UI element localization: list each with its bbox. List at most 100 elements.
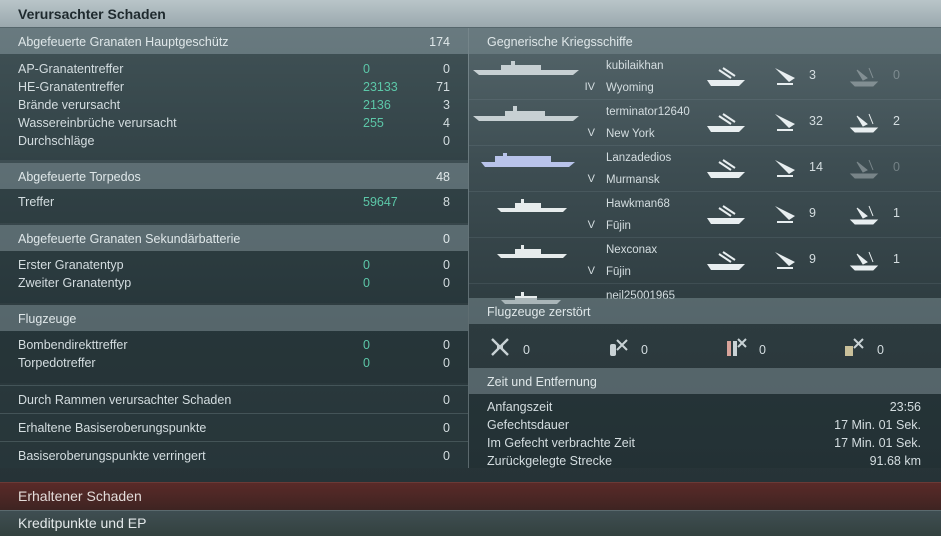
ship-name: Fūjin (606, 266, 631, 278)
table-row: Anfangszeit 23:56 (487, 400, 921, 418)
row-label: Erster Granatentyp (18, 258, 124, 272)
torpedo-bomber-kills-count: 0 (759, 343, 766, 357)
kills-count: 0 (893, 68, 900, 82)
destroyed-ship-icon (849, 159, 879, 179)
secondary-header-value: 0 (443, 232, 450, 246)
ship-tier: V (587, 173, 595, 185)
torpedo-bomber-icon (727, 338, 747, 356)
secondary-block: Erster Granatentyp 0 0 Zweiter Granatent… (0, 251, 468, 303)
time-distance-header: Zeit und Entfernung (469, 368, 941, 394)
row-damage: 0 (363, 338, 370, 352)
table-row: AP-Granatentreffer 0 0 (18, 62, 450, 80)
table-row: Erster Granatentyp 0 0 (18, 258, 450, 276)
list-item[interactable]: Nexconax V Fūjin 9 1 (469, 238, 941, 284)
secondary-header: Abgefeuerte Granaten Sekundärbatterie 0 (0, 225, 468, 251)
aircraft-header: Flugzeuge (0, 305, 468, 331)
ship-name: Wyoming (606, 82, 654, 94)
table-row: Treffer 59647 8 (18, 195, 450, 213)
list-item[interactable]: Lanzadedios V Murmansk 14 0 (469, 146, 941, 192)
row-label: Bombendirekttreffer (18, 338, 128, 352)
bomber-kills-count: 0 (641, 343, 648, 357)
planes-destroyed-row: 0 0 0 0 (469, 326, 941, 366)
player-name: terminator12640 (606, 106, 690, 118)
ship-name: Murmansk (606, 174, 660, 186)
kills-count: 0 (893, 160, 900, 174)
torpedo-bomber-kills: 0 (725, 336, 766, 361)
damage-ship-icon (707, 113, 745, 132)
dive-bomber-kills-count: 0 (877, 343, 884, 357)
fighter-kills: 0 (489, 336, 530, 361)
ship-silhouette-icon (497, 245, 567, 258)
hits-count: 32 (809, 114, 823, 128)
kills-count: 2 (893, 114, 900, 128)
row-value: 17 Min. 01 Sek. (834, 436, 921, 450)
ship-name: Fūjin (606, 220, 631, 232)
ship-name: New York (606, 128, 655, 140)
row-label: Brände verursacht (18, 98, 121, 112)
ship-tier: V (587, 265, 595, 277)
destroyed-ship-icon (849, 113, 879, 133)
ship-tier: IV (584, 81, 595, 93)
enemy-ships-list[interactable]: kubilaikhan IV Wyoming 3 0 terminator126… (469, 54, 941, 322)
player-name: Hawkman68 (606, 198, 670, 210)
row-label: Basiseroberungspunkte verringert (18, 449, 206, 463)
right-panel: Gegnerische Kriegsschiffe kubilaikhan IV… (469, 28, 941, 468)
hit-shell-icon (775, 252, 795, 269)
torpedoes-header: Abgefeuerte Torpedos 48 (0, 163, 468, 189)
torpedoes-block: Treffer 59647 8 (0, 189, 468, 223)
ship-silhouette-icon (497, 199, 567, 212)
hit-shell-icon (775, 114, 795, 131)
capture-reset-row: Basiseroberungspunkte verringert 0 (0, 441, 468, 468)
hits-count: 3 (809, 68, 816, 82)
damage-ship-icon (707, 159, 745, 178)
player-name: Nexconax (606, 244, 658, 256)
list-item[interactable]: kubilaikhan IV Wyoming 3 0 (469, 54, 941, 100)
main-battery-header-label: Abgefeuerte Granaten Hauptgeschütz (18, 35, 229, 49)
ship-tier: V (587, 219, 595, 231)
row-value: 23:56 (889, 400, 921, 414)
row-damage: 59647 (363, 195, 398, 209)
table-row: Zurückgelegte Strecke 91.68 km (487, 454, 921, 472)
hits-count: 9 (809, 206, 816, 220)
row-count: 0 (443, 356, 450, 370)
table-row: Durchschläge 0 (18, 134, 450, 152)
list-item[interactable]: Hawkman68 V Fūjin 9 1 (469, 192, 941, 238)
kills-count: 1 (893, 252, 900, 266)
capture-points-row: Erhaltene Basiseroberungspunkte 0 (0, 413, 468, 440)
damage-ship-icon (707, 251, 745, 270)
ship-silhouette-icon (481, 153, 575, 167)
row-value: 17 Min. 01 Sek. (834, 418, 921, 432)
row-count: 8 (443, 195, 450, 209)
received-damage-tab[interactable]: Erhaltener Schaden (0, 482, 941, 510)
row-count: 0 (443, 276, 450, 290)
row-count: 4 (443, 116, 450, 130)
destroyed-ship-icon (849, 205, 879, 225)
left-panel: Abgefeuerte Granaten Hauptgeschütz 174 A… (0, 28, 468, 468)
damage-ship-icon (707, 67, 745, 86)
hits-count: 9 (809, 252, 816, 266)
ship-tier: V (587, 127, 595, 139)
row-damage: 0 (363, 276, 370, 290)
row-count: 0 (443, 62, 450, 76)
enemy-ships-header-label: Gegnerische Kriegsschiffe (487, 35, 633, 49)
list-item[interactable]: terminator12640 V New York 32 2 (469, 100, 941, 146)
row-label: Gefechtsdauer (487, 418, 569, 432)
row-label: Durchschläge (18, 134, 95, 148)
enemy-ships-header: Gegnerische Kriegsschiffe (469, 28, 941, 54)
row-label: Zweiter Granatentyp (18, 276, 132, 290)
row-value: 0 (443, 421, 450, 435)
ramming-damage-row: Durch Rammen verursachter Schaden 0 (0, 385, 468, 412)
main-battery-header: Abgefeuerte Granaten Hauptgeschütz 174 (0, 28, 468, 54)
row-count: 0 (443, 134, 450, 148)
row-label: Zurückgelegte Strecke (487, 454, 613, 468)
planes-destroyed-header-label: Flugzeuge zerstört (487, 305, 591, 319)
hit-shell-icon (775, 68, 795, 85)
row-label: Wassereinbrüche verursacht (18, 116, 177, 130)
table-row: Torpedotreffer 0 0 (18, 356, 450, 374)
row-value: 0 (443, 393, 450, 407)
damage-ship-icon (707, 205, 745, 224)
row-damage: 0 (363, 258, 370, 272)
credits-xp-tab[interactable]: Kreditpunkte und EP (0, 510, 941, 536)
row-count: 71 (436, 80, 450, 94)
destroyed-ship-icon (849, 67, 879, 87)
